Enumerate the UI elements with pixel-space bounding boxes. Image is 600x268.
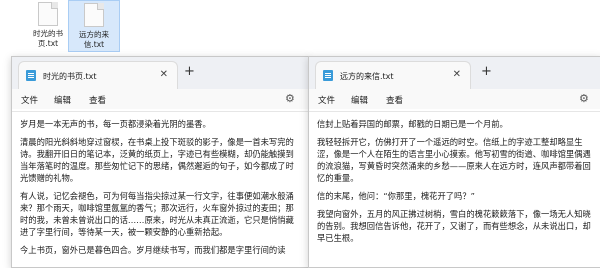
- text-editor-area[interactable]: 岁月是一本无声的书，每一页都浸染着光阴的墨香。 清晨的阳光斜斜地穿过窗棂，在书桌…: [12, 111, 309, 267]
- tab-bar: 时光的书页.txt ✕ +: [12, 57, 309, 89]
- desktop-file-label: 时光的书: [33, 29, 63, 38]
- text-editor-area[interactable]: 信封上贴着异国的邮票，邮戳的日期已是一个月前。 我轻轻拆开它，仿佛打开了一个遥远…: [309, 111, 600, 267]
- paragraph: 有人说，记忆会褪色，可为何每当指尖掠过某一行文字，往事便如潮水般涌来？那个雨天，…: [20, 191, 294, 237]
- settings-gear-icon[interactable]: ⚙: [579, 92, 589, 105]
- menu-view[interactable]: 查看: [386, 94, 403, 106]
- menu-bar: 文件 编辑 查看 ⚙: [309, 89, 600, 109]
- desktop-file-label: 页.txt: [37, 39, 59, 48]
- menu-edit[interactable]: 编辑: [54, 94, 71, 106]
- desktop-file-icon-distant-letter[interactable]: 远方的来 信.txt: [68, 0, 120, 52]
- menu-edit[interactable]: 编辑: [351, 94, 368, 106]
- menu-bar: 文件 编辑 查看 ⚙: [12, 89, 309, 109]
- paragraph: 今上书页，窗外已是暮色四合。岁月继续书写，而我们都是字里行间的读: [20, 245, 286, 255]
- paragraph: 清晨的阳光斜斜地穿过窗棂，在书桌上投下斑驳的影子，像是一首未写完的诗。我翻开旧日…: [20, 137, 294, 183]
- paragraph: 岁月是一本无声的书，每一页都浸染着光阴的墨香。: [20, 119, 211, 129]
- text-file-icon: [84, 3, 104, 27]
- settings-gear-icon[interactable]: ⚙: [285, 92, 295, 105]
- menu-file[interactable]: 文件: [21, 94, 38, 106]
- desktop-file-icon-time-book[interactable]: 时光的书 页.txt: [22, 0, 74, 52]
- tab-title: 远方的来信.txt: [340, 72, 394, 81]
- tab-distant-letter[interactable]: 远方的来信.txt ✕: [315, 61, 471, 89]
- paragraph: 我望向窗外，五月的风正拂过树梢，雪白的槐花簌簌落下，像一场无人知晓的告别。我想回…: [317, 209, 591, 243]
- tab-title: 时光的书页.txt: [43, 72, 97, 81]
- notepad-icon: [323, 70, 333, 81]
- paragraph: 我轻轻拆开它，仿佛打开了一个遥远的时空。信纸上的字迹工整却略显生涩，像是一个人在…: [317, 137, 591, 183]
- close-tab-icon[interactable]: ✕: [453, 69, 461, 80]
- tab-bar: 远方的来信.txt ✕ +: [309, 57, 600, 89]
- new-tab-plus-icon[interactable]: +: [184, 65, 195, 78]
- menu-file[interactable]: 文件: [318, 94, 335, 106]
- notepad-window-time-book: 时光的书页.txt ✕ + 文件 编辑 查看 ⚙ 岁月是一本无声的书，每一页都浸…: [11, 56, 310, 268]
- desktop-file-label: 信.txt: [83, 40, 105, 49]
- notepad-window-distant-letter: 远方的来信.txt ✕ + 文件 编辑 查看 ⚙ 信封上贴着异国的邮票，邮戳的日…: [308, 56, 600, 268]
- paragraph: 信封上贴着异国的邮票，邮戳的日期已是一个月前。: [317, 119, 508, 129]
- desktop-file-label: 远方的来: [79, 30, 109, 39]
- text-file-icon: [38, 2, 58, 26]
- new-tab-plus-icon[interactable]: +: [481, 65, 492, 78]
- notepad-icon: [26, 70, 36, 81]
- tab-time-book[interactable]: 时光的书页.txt ✕: [18, 61, 178, 89]
- paragraph: 信的末尾，他问：“你那里，槐花开了吗？”: [317, 191, 475, 201]
- menu-view[interactable]: 查看: [89, 94, 106, 106]
- close-tab-icon[interactable]: ✕: [160, 69, 168, 80]
